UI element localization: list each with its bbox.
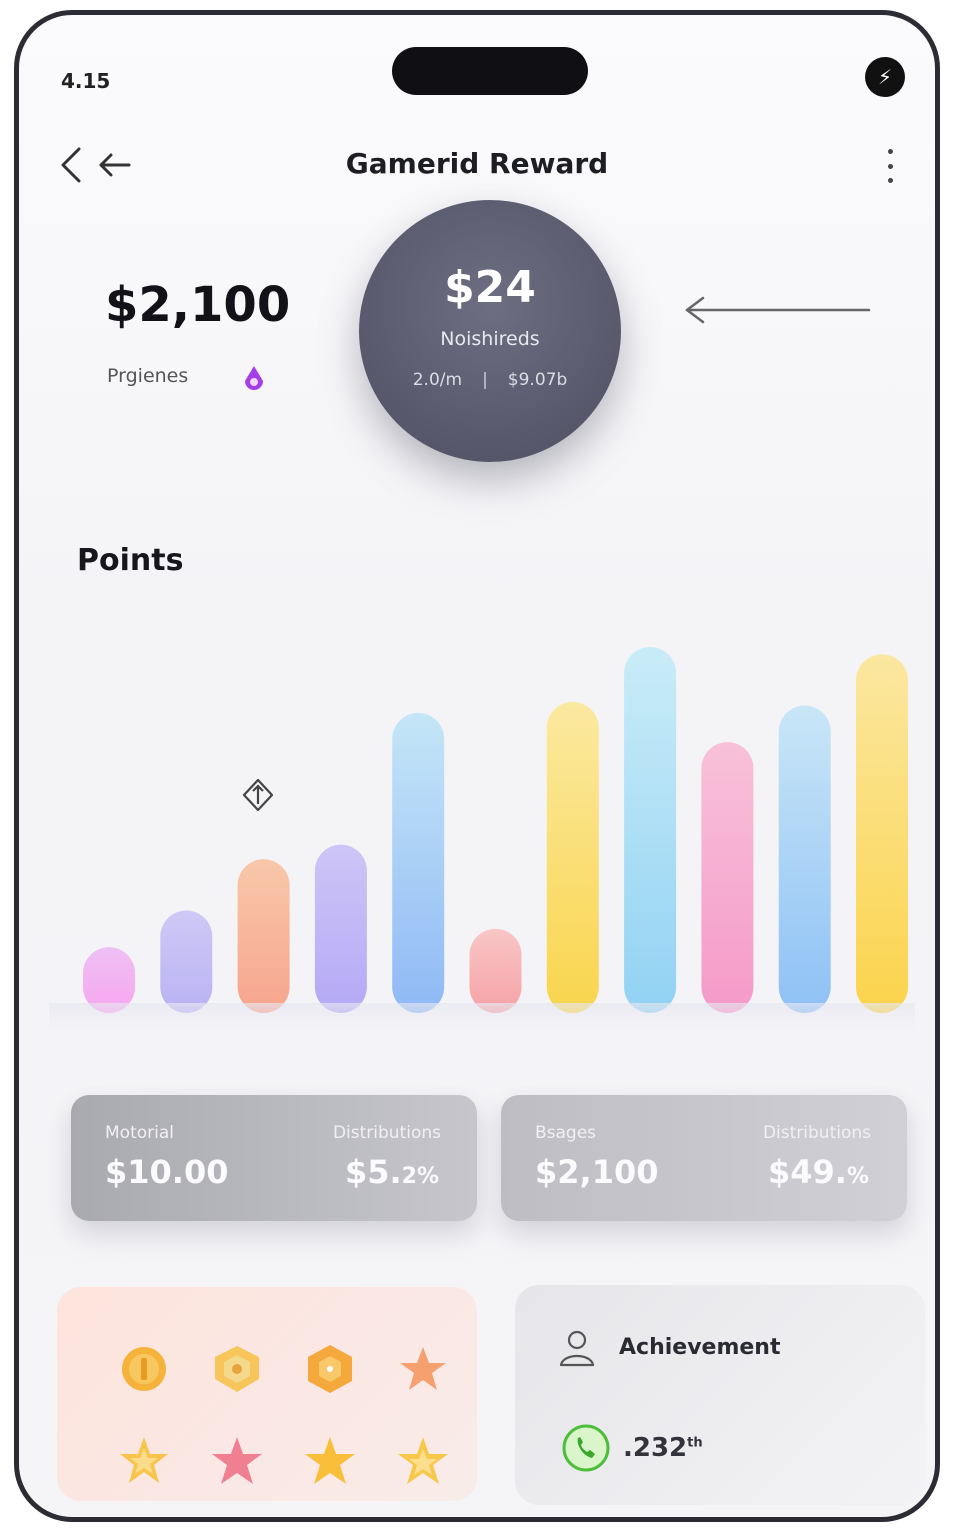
reward-stat-rate: 2.0/m xyxy=(412,370,463,390)
status-time: 4.15 xyxy=(61,69,111,93)
medal-badge-icon[interactable] xyxy=(97,1323,190,1415)
chart-bar[interactable] xyxy=(778,705,831,1013)
stat-label: Bsages xyxy=(535,1123,597,1143)
system-status-icon: ⚡ xyxy=(865,57,905,97)
points-chart xyxy=(19,615,935,1033)
chart-bar[interactable] xyxy=(701,742,754,1013)
reward-amount: $24 xyxy=(444,262,536,313)
star-badge-icon[interactable] xyxy=(190,1415,283,1507)
achievement-title: Achievement xyxy=(619,1335,781,1360)
reward-stats: 2.0/m | $9.07b xyxy=(359,370,621,390)
divider: | xyxy=(482,370,488,390)
stat-value: $2,100 xyxy=(535,1153,659,1191)
phone-icon[interactable] xyxy=(561,1423,611,1473)
reward-summary-circle[interactable]: $24 Noishireds 2.0/m | $9.07b xyxy=(359,200,621,462)
star-badge-icon[interactable] xyxy=(376,1415,469,1507)
points-bar-chart xyxy=(83,647,908,1013)
chart-bar[interactable] xyxy=(237,859,290,1013)
hexagon-badge-icon[interactable] xyxy=(283,1323,376,1415)
chart-bar[interactable] xyxy=(160,910,213,1013)
chart-bar[interactable] xyxy=(314,844,367,1013)
stat-label: Distributions xyxy=(332,1123,441,1143)
reward-stat-total: $9.07b xyxy=(507,370,568,390)
stat-card-bsages[interactable]: Bsages Distributions $2,100 $49.% xyxy=(501,1095,907,1221)
star-badge-icon[interactable] xyxy=(97,1415,190,1507)
balance-label: Prgienes xyxy=(107,365,189,387)
points-section-title: Points xyxy=(77,543,184,578)
star-badge-icon[interactable] xyxy=(376,1323,469,1415)
stat-label: Distributions xyxy=(762,1123,871,1143)
stat-value: $10.00 xyxy=(105,1153,229,1191)
long-arrow-left-icon[interactable] xyxy=(683,295,873,325)
stat-value: $49.% xyxy=(768,1153,869,1191)
camera-notch xyxy=(392,47,588,95)
star-badge-icon[interactable] xyxy=(283,1415,376,1507)
achievement-panel[interactable]: Achievement .232th xyxy=(515,1285,925,1505)
page-title: Gamerid Reward xyxy=(345,147,609,180)
balance-amount: $2,100 xyxy=(105,277,291,333)
chart-bar[interactable] xyxy=(856,654,908,1013)
stat-value: $5.2% xyxy=(344,1153,439,1191)
chart-bar[interactable] xyxy=(392,712,445,1013)
badges-panel xyxy=(57,1287,477,1501)
more-options-icon[interactable] xyxy=(881,149,899,183)
user-icon xyxy=(559,1330,595,1367)
chart-bar[interactable] xyxy=(469,928,522,1013)
achievement-value: .232th xyxy=(623,1433,703,1463)
chart-bar[interactable] xyxy=(546,701,599,1013)
phone-frame: 4.15 ⚡ Gamerid Reward $2,100 Prgienes $2… xyxy=(14,10,940,1522)
shield-badge-icon[interactable] xyxy=(190,1323,283,1415)
stat-card-motorial[interactable]: Motorial Distributions $10.00 $5.2% xyxy=(71,1095,477,1221)
stat-label: Motorial xyxy=(105,1123,174,1143)
chart-bar[interactable] xyxy=(624,647,677,1013)
chart-baseline xyxy=(49,1003,915,1033)
reward-label: Noishireds xyxy=(440,328,540,350)
swap-vertical-icon[interactable] xyxy=(241,777,275,813)
gem-icon xyxy=(245,366,263,390)
